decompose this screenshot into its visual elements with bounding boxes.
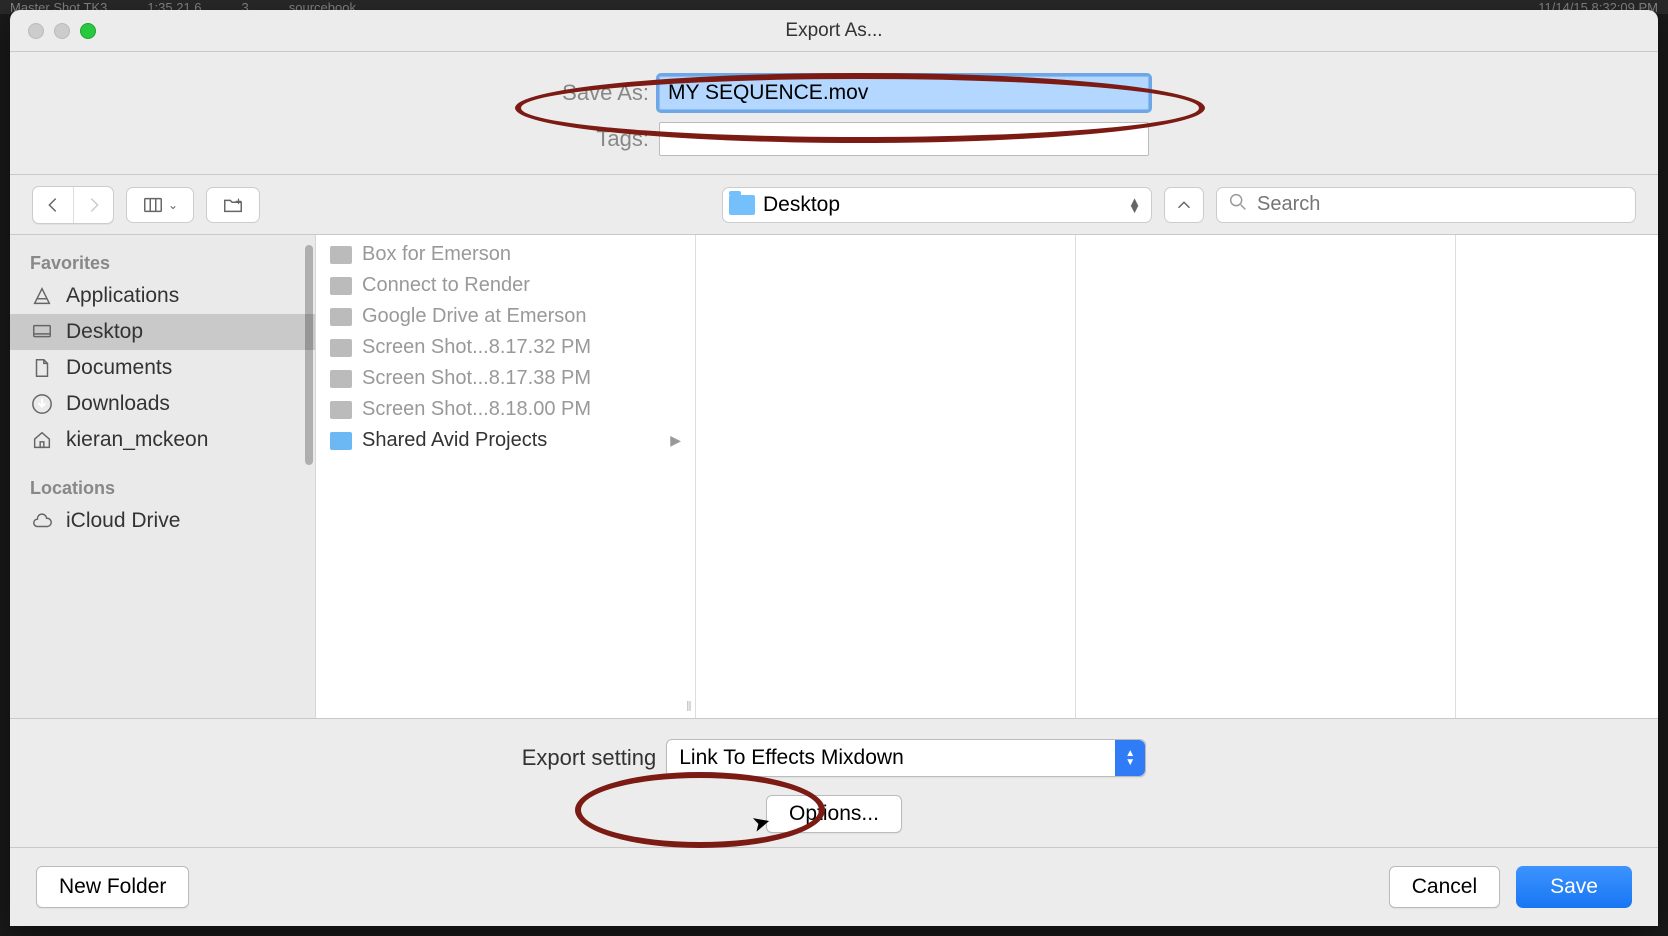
new-folder-toolbar-button[interactable] [206, 187, 260, 223]
file-item[interactable]: Google Drive at Emerson [316, 301, 695, 332]
column-1[interactable]: Box for Emerson Connect to Render Google D… [316, 235, 696, 718]
sidebar-item-documents[interactable]: Documents [10, 350, 315, 386]
favorites-header: Favorites [10, 243, 315, 278]
export-setting-label: Export setting [522, 745, 657, 771]
export-dialog: Export As... Save As: Tags: ⌄ [10, 10, 1658, 926]
file-item[interactable]: Screen Shot...8.17.32 PM [316, 332, 695, 363]
sidebar-item-label: Downloads [66, 392, 170, 416]
save-button[interactable]: Save [1516, 866, 1632, 908]
apps-icon [30, 284, 54, 308]
file-name: Connect to Render [362, 274, 530, 297]
sidebar-item-label: Applications [66, 284, 179, 308]
file-name: Screen Shot...8.17.32 PM [362, 336, 591, 359]
window-controls [10, 23, 96, 39]
file-name: Screen Shot...8.18.00 PM [362, 398, 591, 421]
file-name: Shared Avid Projects [362, 429, 547, 452]
location-dropdown[interactable]: Desktop ▲▼ [722, 187, 1152, 223]
options-button[interactable]: Options... [766, 795, 902, 833]
column-view: Box for Emerson Connect to Render Google D… [316, 235, 1658, 718]
chevron-down-icon: ⌄ [168, 198, 178, 212]
export-setting-dropdown[interactable]: Link To Effects Mixdown ▲▼ [666, 739, 1146, 777]
save-form: Save As: Tags: [10, 52, 1658, 175]
column-2[interactable] [696, 235, 1076, 718]
file-item[interactable]: Shared Avid Projects ▶ [316, 425, 695, 456]
file-name: Box for Emerson [362, 243, 511, 266]
export-settings-area: Export setting Link To Effects Mixdown ▲… [10, 718, 1658, 847]
file-item[interactable]: Screen Shot...8.17.38 PM [316, 363, 695, 394]
titlebar: Export As... [10, 10, 1658, 52]
collapse-button[interactable] [1164, 187, 1204, 223]
dialog-title: Export As... [10, 20, 1658, 42]
folder-plus-icon [222, 194, 244, 216]
dropdown-arrows-icon: ▲▼ [1115, 740, 1145, 776]
updown-icon: ▲▼ [1128, 198, 1141, 212]
save-as-input[interactable] [659, 76, 1149, 110]
sidebar-scrollbar[interactable] [305, 245, 313, 465]
column-resizer-icon[interactable]: ‖ [686, 698, 706, 714]
sidebar: Favorites Applications Desktop Documents Do… [10, 235, 316, 718]
sidebar-item-icloud-drive[interactable]: iCloud Drive [10, 503, 315, 539]
sidebar-item-downloads[interactable]: Downloads [10, 386, 315, 422]
folder-icon [729, 195, 755, 215]
downloads-icon [30, 392, 54, 416]
sidebar-item-label: iCloud Drive [66, 509, 180, 533]
tags-label: Tags: [519, 126, 649, 152]
sidebar-item-label: kieran_mckeon [66, 428, 208, 452]
nav-buttons [32, 186, 114, 224]
location-label: Desktop [763, 193, 1120, 217]
file-icon [330, 339, 352, 357]
file-item[interactable]: Screen Shot...8.18.00 PM [316, 394, 695, 425]
file-icon [330, 401, 352, 419]
finder-toolbar: ⌄ Desktop ▲▼ [10, 175, 1658, 235]
file-name: Screen Shot...8.17.38 PM [362, 367, 591, 390]
desktop-icon [30, 320, 54, 344]
file-icon [330, 370, 352, 388]
close-window-icon[interactable] [28, 23, 44, 39]
file-item[interactable]: Box for Emerson [316, 239, 695, 270]
finder-body: Favorites Applications Desktop Documents Do… [10, 235, 1658, 718]
sidebar-item-kieran_mckeon[interactable]: kieran_mckeon [10, 422, 315, 458]
minimize-window-icon[interactable] [54, 23, 70, 39]
column-3[interactable] [1076, 235, 1456, 718]
save-as-label: Save As: [519, 80, 649, 106]
search-icon [1227, 191, 1249, 218]
file-icon [330, 277, 352, 295]
sidebar-item-label: Documents [66, 356, 172, 380]
columns-icon [142, 194, 164, 216]
search-input[interactable] [1257, 193, 1625, 216]
zoom-window-icon[interactable] [80, 23, 96, 39]
sidebar-item-label: Desktop [66, 320, 143, 344]
locations-header: Locations [10, 468, 315, 503]
chevron-right-icon [83, 194, 105, 216]
home-icon [30, 428, 54, 452]
file-icon [330, 246, 352, 264]
sidebar-item-desktop[interactable]: Desktop [10, 314, 315, 350]
file-name: Google Drive at Emerson [362, 305, 587, 328]
new-folder-button[interactable]: New Folder [36, 866, 189, 908]
search-field[interactable] [1216, 187, 1636, 223]
cancel-button[interactable]: Cancel [1389, 866, 1500, 908]
back-button[interactable] [33, 187, 73, 223]
sidebar-item-applications[interactable]: Applications [10, 278, 315, 314]
chevron-up-icon [1173, 194, 1195, 216]
dialog-footer: New Folder Cancel Save [10, 847, 1658, 926]
chevron-right-icon: ▶ [670, 432, 681, 449]
file-icon [330, 308, 352, 326]
file-icon [330, 432, 352, 450]
forward-button[interactable] [73, 187, 113, 223]
export-setting-value: Link To Effects Mixdown [679, 746, 904, 770]
file-item[interactable]: Connect to Render [316, 270, 695, 301]
docs-icon [30, 356, 54, 380]
cloud-icon [30, 509, 54, 533]
view-mode-button[interactable]: ⌄ [126, 187, 194, 223]
chevron-left-icon [42, 194, 64, 216]
tags-input[interactable] [659, 122, 1149, 156]
